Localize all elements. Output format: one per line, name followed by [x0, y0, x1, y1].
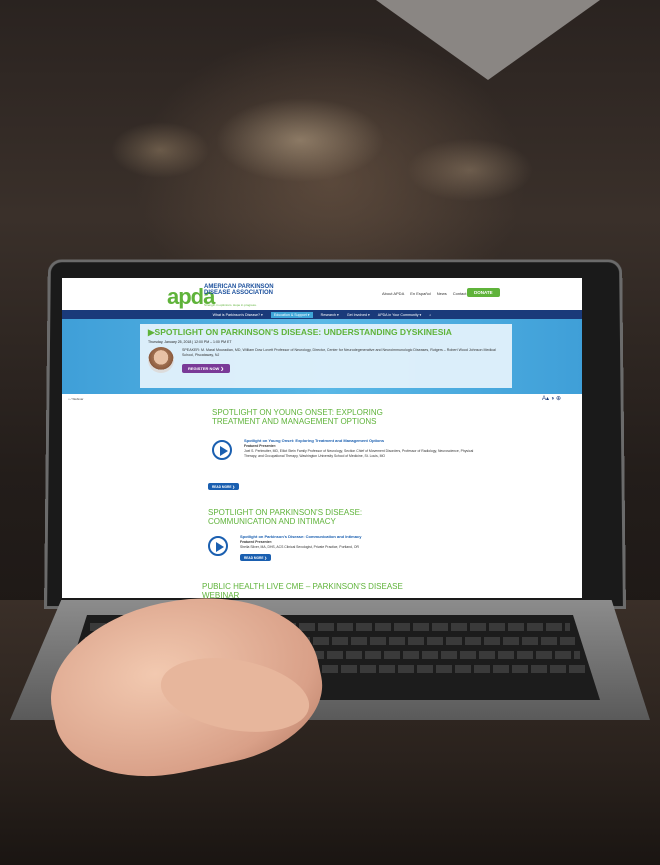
- top-link-contact[interactable]: Contact: [453, 291, 467, 296]
- hero-speaker: SPEAKER: M. Maral Mouradian, MD, William…: [182, 348, 496, 357]
- webinar-heading: PUBLIC HEALTH LIVE CME – PARKINSON'S DIS…: [202, 582, 403, 598]
- hero-date: Thursday, January 25, 2018 | 12:00 PM – …: [148, 340, 232, 344]
- play-icon[interactable]: [208, 536, 228, 556]
- speaker-photo: [148, 347, 174, 373]
- video-title[interactable]: Spotlight on Young Onset: Exploring Trea…: [244, 438, 384, 443]
- read-more-button[interactable]: READ MORE ❯: [240, 554, 272, 561]
- webinar-heading: SPOTLIGHT ON PARKINSON'S DISEASE: COMMUN…: [208, 508, 363, 526]
- video-title[interactable]: Spotlight on Parkinson's Disease: Commun…: [240, 534, 361, 539]
- search-icon[interactable]: ⌕: [429, 313, 431, 317]
- pendant-lamp: [376, 0, 600, 80]
- org-name: AMERICAN PARKINSON DISEASE ASSOCIATION: [204, 284, 274, 296]
- nav-what-is-pd[interactable]: What is Parkinson's Disease? ▾: [213, 313, 263, 317]
- accessibility-icons[interactable]: A▴ ◑ ⊕: [542, 395, 561, 402]
- read-more-button[interactable]: READ MORE ❯: [208, 483, 240, 490]
- nav-community[interactable]: APDA in Your Community ▾: [378, 313, 422, 317]
- top-links: About APDA En Español News Contact: [382, 291, 467, 296]
- webinar-heading: SPOTLIGHT ON YOUNG ONSET: EXPLORING TREA…: [212, 408, 383, 426]
- presenter-text: Joel S. Perlmutter, MD, Elliot Stein Fam…: [244, 449, 474, 458]
- breadcrumb[interactable]: ⌂ / Webinar: [68, 397, 83, 401]
- register-button[interactable]: REGISTER NOW ❯: [182, 364, 230, 373]
- laptop-screen: apda AMERICAN PARKINSON DISEASE ASSOCIAT…: [62, 278, 582, 598]
- site-header: apda AMERICAN PARKINSON DISEASE ASSOCIAT…: [62, 278, 582, 309]
- top-link-news[interactable]: News: [437, 291, 447, 296]
- presenter-text: Sheila Silver, MA, DHS, ACS Clinical Sex…: [240, 545, 359, 549]
- nav-get-involved[interactable]: Get Involved ▾: [347, 313, 370, 317]
- hero-title: ▶SPOTLIGHT ON PARKINSON'S DISEASE: UNDER…: [148, 327, 452, 337]
- top-link-about[interactable]: About APDA: [382, 291, 404, 296]
- donate-button[interactable]: DONATE: [467, 288, 500, 297]
- photo-scene: apda AMERICAN PARKINSON DISEASE ASSOCIAT…: [0, 0, 660, 865]
- play-icon[interactable]: [212, 440, 232, 460]
- nav-education-support[interactable]: Education & Support ▾: [270, 311, 313, 318]
- main-nav: What is Parkinson's Disease? ▾ Education…: [62, 310, 582, 319]
- tagline: Strength in optimism. Hope in progress.: [204, 303, 257, 307]
- nav-research[interactable]: Research ▾: [321, 313, 339, 317]
- top-link-espanol[interactable]: En Español: [410, 291, 430, 296]
